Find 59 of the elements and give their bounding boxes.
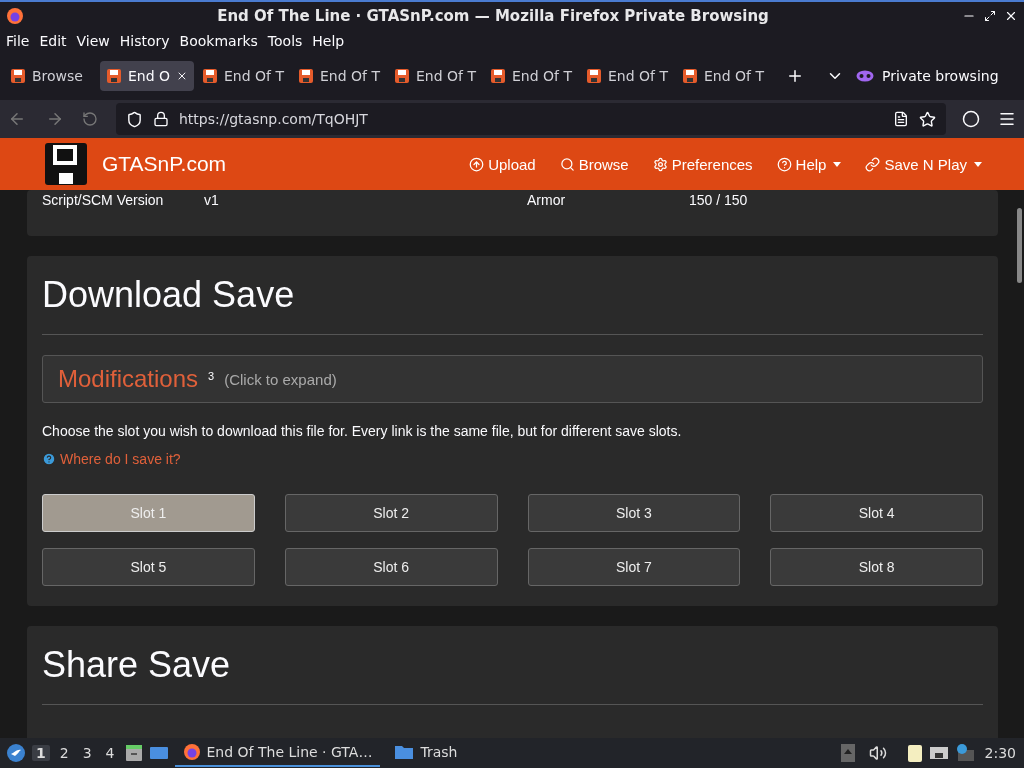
browser-tab[interactable]: End Of T <box>292 61 386 91</box>
tab-title: End Of T <box>416 68 476 84</box>
menu-item[interactable]: History <box>115 33 174 49</box>
tab-title: End Of T <box>608 68 668 84</box>
info-value: v1 <box>204 192 220 208</box>
menu-item[interactable]: Bookmarks <box>175 33 262 49</box>
window-title: End Of The Line · GTASnP.com — Mozilla Firefox Private Browsing <box>216 7 770 25</box>
slot-button[interactable]: Slot 8 <box>770 548 983 586</box>
tab-title: End Of T <box>224 68 284 84</box>
browser-tab[interactable]: End Of T <box>484 61 578 91</box>
panel-title: Modifications <box>58 365 199 393</box>
workspace-button[interactable]: 3 <box>78 745 96 761</box>
taskbar-app[interactable]: End Of The Line · GTA… <box>174 739 381 767</box>
private-browsing-label: Private browsing <box>882 68 999 84</box>
browser-tab[interactable]: End O <box>100 61 194 91</box>
slot-button[interactable]: Slot 5 <box>42 548 255 586</box>
info-label: Armor <box>527 192 567 208</box>
nav-link[interactable]: Save N Play <box>865 155 982 173</box>
slot-button[interactable]: Slot 7 <box>527 548 741 586</box>
tab-title: Browse <box>32 68 84 84</box>
slot-button[interactable]: Slot 4 <box>770 494 983 532</box>
count-label: 3 <box>208 370 215 382</box>
nav-link[interactable]: Help <box>776 155 842 173</box>
address-bar[interactable]: https://gtasnp.com/TqOHJT <box>116 103 946 135</box>
section-heading: Download Save <box>42 274 983 335</box>
info-label: Script/SCM Version <box>42 192 165 208</box>
workspace-button[interactable]: 1 <box>32 745 50 761</box>
browser-tab[interactable]: End Of T <box>388 61 482 91</box>
menu-item[interactable]: File <box>2 33 34 49</box>
menu-item[interactable]: Tools <box>263 33 307 49</box>
site-logo-text[interactable]: GTASnP.com <box>102 152 446 176</box>
nav-link[interactable]: Browse <box>559 155 629 173</box>
slot-button[interactable]: Slot 3 <box>527 494 741 532</box>
browser-tab[interactable]: End Of T <box>196 61 290 91</box>
section-heading: Share Save <box>42 644 983 705</box>
menu-item[interactable]: View <box>72 33 114 49</box>
tab-title: End Of T <box>704 68 764 84</box>
nav-link[interactable]: Preferences <box>652 155 753 173</box>
instruction-text: Choose the slot you wish to download this file for. Every link is the same file, but for different save slots. <box>42 423 683 439</box>
taskbar-app[interactable]: Trash <box>386 739 466 767</box>
browser-tab[interactable]: End Of T <box>580 61 674 91</box>
tab-title: End Of T <box>512 68 572 84</box>
browser-tab[interactable]: Browse <box>4 61 98 91</box>
nav-link[interactable]: Upload <box>469 155 536 173</box>
menu-item[interactable]: Help <box>308 33 349 49</box>
info-value: 150 / 150 <box>689 192 749 208</box>
save-location-link[interactable]: Where do I save it? <box>42 451 181 467</box>
modifications-panel[interactable]: Modifications 3 (Click to expand) <box>42 355 983 403</box>
workspace-button[interactable]: 4 <box>101 745 119 761</box>
slot-button[interactable]: Slot 6 <box>284 548 498 586</box>
slot-button[interactable]: Slot 2 <box>284 494 498 532</box>
url-text: https://gtasnp.com/TqOHJT <box>179 111 369 127</box>
tab-title: End Of T <box>320 68 380 84</box>
menu-item[interactable]: Edit <box>35 33 71 49</box>
clock: 2:30 <box>984 745 1016 761</box>
tab-title: End O <box>128 68 171 84</box>
browser-tab[interactable]: End Of T <box>676 61 770 91</box>
expand-hint: (Click to expand) <box>224 370 337 388</box>
workspace-button[interactable]: 2 <box>55 745 73 761</box>
